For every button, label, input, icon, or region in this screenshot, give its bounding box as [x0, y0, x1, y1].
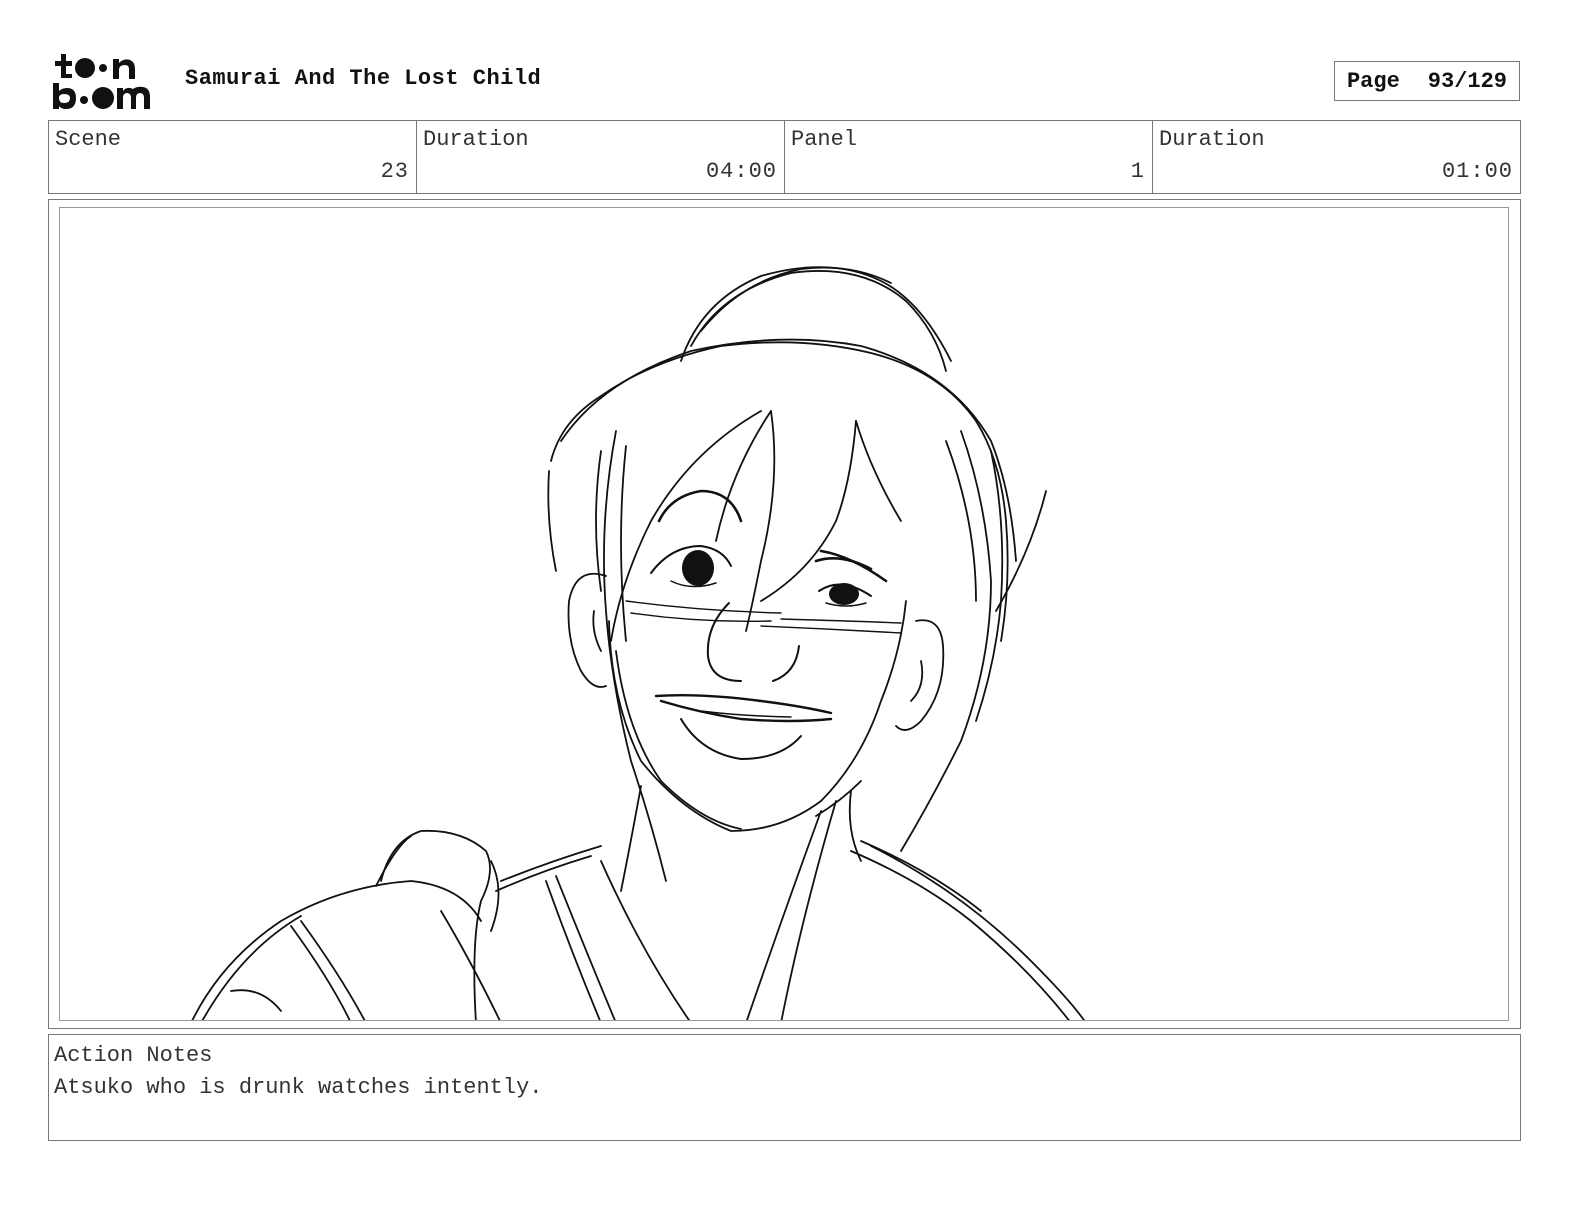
- panel-duration-value: 01:00: [1441, 159, 1513, 184]
- scene-duration-value: 04:00: [705, 159, 777, 184]
- action-notes: Action Notes Atsuko who is drunk watches…: [48, 1034, 1521, 1141]
- blush-lines-sketch: [625, 600, 902, 634]
- panel-info-table: Scene 23 Duration 04:00 Panel 1 Duration…: [48, 120, 1521, 194]
- neck-collar-sketch: [495, 785, 1085, 1020]
- scene-cell: Scene 23: [49, 121, 417, 193]
- panel-duration-cell: Duration 01:00: [1153, 121, 1520, 193]
- scene-label: Scene: [55, 127, 122, 152]
- scene-value: 23: [380, 159, 409, 184]
- scene-duration-cell: Duration 04:00: [417, 121, 785, 193]
- hand-sketch: [191, 829, 501, 1020]
- action-notes-label: Action Notes: [54, 1043, 213, 1068]
- page-indicator: Page 93/129: [1334, 61, 1520, 101]
- scene-duration-label: Duration: [423, 127, 529, 152]
- head-outline-sketch: [547, 338, 1047, 722]
- storyboard-panel-image: [59, 207, 1509, 1021]
- toon-boom-logo: [52, 52, 164, 112]
- hair-bun-sketch: [680, 266, 952, 372]
- panel-value: 1: [1130, 159, 1145, 184]
- project-title: Samurai And The Lost Child: [185, 66, 542, 91]
- nose-sketch: [706, 602, 800, 682]
- ears-sketch: [567, 572, 945, 731]
- hair-bangs-sketch: [595, 410, 992, 882]
- panel-duration-label: Duration: [1159, 127, 1265, 152]
- page-number: 93/129: [1427, 68, 1508, 94]
- panel-label: Panel: [791, 127, 858, 152]
- action-notes-text: Atsuko who is drunk watches intently.: [54, 1075, 543, 1100]
- panel-cell: Panel 1: [785, 121, 1153, 193]
- page-label: Page: [1346, 68, 1400, 94]
- mouth-sketch: [654, 693, 833, 760]
